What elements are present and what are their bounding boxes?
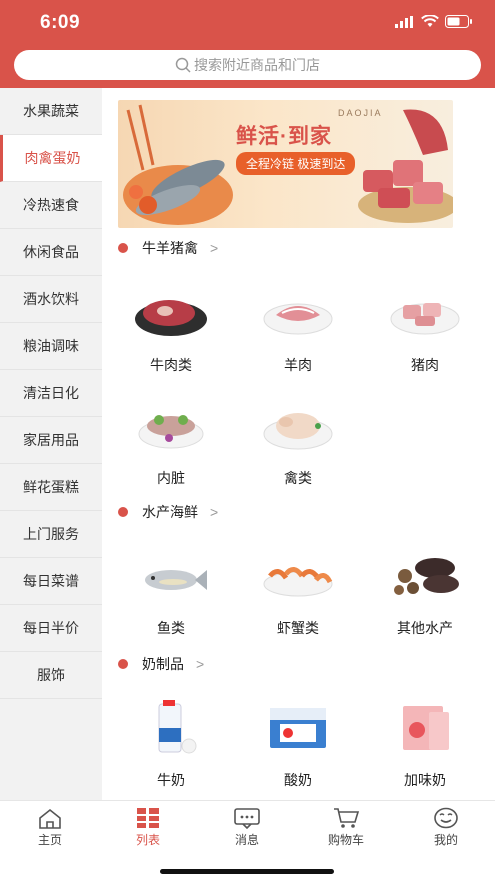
chevron-right-icon: > bbox=[210, 504, 219, 520]
category-item-beef[interactable]: 牛肉类 bbox=[116, 283, 226, 375]
tab-label: 列表 bbox=[135, 833, 160, 847]
tab-label: 主页 bbox=[37, 833, 62, 847]
search-icon bbox=[175, 57, 191, 73]
sidebar-item-flowers-cake[interactable]: 鲜花蛋糕 bbox=[0, 464, 102, 511]
sidebar-item-drinks[interactable]: 酒水饮料 bbox=[0, 276, 102, 323]
chevron-right-icon: > bbox=[210, 240, 219, 256]
category-item-fish[interactable]: 鱼类 bbox=[116, 546, 226, 638]
seafood-illustration bbox=[123, 104, 233, 225]
section-dot bbox=[118, 243, 128, 253]
tab-label: 消息 bbox=[234, 833, 259, 847]
category-item-offal[interactable]: 内脏 bbox=[116, 396, 226, 488]
sidebar-item-meat-egg-dairy[interactable]: 肉禽蛋奶 bbox=[0, 135, 102, 182]
category-item-other-seafood[interactable]: 其他水产 bbox=[370, 546, 480, 638]
fish-image bbox=[131, 546, 211, 606]
banner-title: 鲜活·到家 bbox=[236, 125, 332, 148]
milk-image bbox=[131, 698, 211, 758]
wifi-icon bbox=[421, 15, 439, 27]
category-label: 加味奶 bbox=[404, 772, 446, 788]
tab-home[interactable]: 主页 bbox=[10, 807, 90, 848]
category-item-pork[interactable]: 猪肉 bbox=[370, 283, 480, 375]
shrimp-image bbox=[258, 546, 338, 606]
category-label: 其他水产 bbox=[397, 620, 453, 636]
section-header-seafood[interactable]: 水产海鲜 > bbox=[118, 502, 218, 522]
poultry-image bbox=[258, 396, 338, 456]
tab-messages[interactable]: 消息 bbox=[207, 807, 287, 848]
home-indicator bbox=[160, 869, 334, 874]
tab-cart[interactable]: 购物车 bbox=[306, 807, 386, 848]
status-bar: 6:09 bbox=[0, 10, 495, 38]
category-label: 禽类 bbox=[284, 470, 312, 486]
content-panel: DAOJIA 鲜活·到家 全程冷链 极速到达 牛羊猪禽 > 牛肉类 羊肉 猪肉 … bbox=[102, 88, 495, 800]
tab-label: 我的 bbox=[433, 833, 458, 847]
section-title: 奶制品 bbox=[142, 656, 184, 672]
message-icon bbox=[234, 808, 260, 829]
category-label: 虾蟹类 bbox=[277, 620, 319, 636]
home-icon bbox=[39, 808, 61, 829]
search-bar[interactable]: 搜索附近商品和门店 bbox=[14, 50, 481, 80]
category-item-yogurt[interactable]: 酸奶 bbox=[243, 698, 353, 790]
offal-image bbox=[131, 396, 211, 456]
meat-illustration bbox=[358, 109, 453, 223]
promo-banner[interactable]: DAOJIA 鲜活·到家 全程冷链 极速到达 bbox=[118, 100, 453, 228]
chevron-right-icon: > bbox=[196, 656, 205, 672]
grid-icon bbox=[137, 808, 159, 828]
category-label: 猪肉 bbox=[411, 357, 439, 373]
section-header-meat[interactable]: 牛羊猪禽 > bbox=[118, 238, 218, 258]
sidebar-item-home-service[interactable]: 上门服务 bbox=[0, 511, 102, 558]
header: 6:09 搜索附近商品和门店 bbox=[0, 0, 495, 88]
sidebar-item-snacks[interactable]: 休闲食品 bbox=[0, 229, 102, 276]
battery-icon bbox=[445, 15, 472, 28]
beef-image bbox=[131, 283, 211, 343]
sea-cucumber-image bbox=[385, 546, 465, 606]
category-label: 鱼类 bbox=[157, 620, 185, 636]
section-header-dairy[interactable]: 奶制品 > bbox=[118, 654, 204, 674]
status-time: 6:09 bbox=[40, 12, 81, 33]
flavored-milk-image bbox=[385, 698, 465, 758]
category-label: 羊肉 bbox=[284, 357, 312, 373]
sidebar-item-fast-food[interactable]: 冷热速食 bbox=[0, 182, 102, 229]
search-placeholder: 搜索附近商品和门店 bbox=[194, 57, 320, 73]
section-dot bbox=[118, 659, 128, 669]
category-label: 酸奶 bbox=[284, 772, 312, 788]
category-label: 牛奶 bbox=[157, 772, 185, 788]
status-icons bbox=[395, 15, 473, 28]
tab-profile[interactable]: 我的 bbox=[406, 807, 486, 848]
sidebar-item-daily-recipe[interactable]: 每日菜谱 bbox=[0, 558, 102, 605]
sidebar-item-household[interactable]: 家居用品 bbox=[0, 417, 102, 464]
yogurt-image bbox=[258, 698, 338, 758]
pork-image bbox=[385, 283, 465, 343]
category-item-flavored-milk[interactable]: 加味奶 bbox=[370, 698, 480, 790]
section-title: 水产海鲜 bbox=[142, 504, 198, 520]
cart-icon bbox=[334, 808, 360, 828]
sidebar-item-grain-oil[interactable]: 粮油调味 bbox=[0, 323, 102, 370]
category-item-milk[interactable]: 牛奶 bbox=[116, 698, 226, 790]
sidebar-item-clothing[interactable]: 服饰 bbox=[0, 652, 102, 699]
section-dot bbox=[118, 507, 128, 517]
category-sidebar: 水果蔬菜 肉禽蛋奶 冷热速食 休闲食品 酒水饮料 粮油调味 清洁日化 家居用品 … bbox=[0, 88, 102, 800]
tab-label: 购物车 bbox=[327, 833, 364, 847]
category-item-lamb[interactable]: 羊肉 bbox=[243, 283, 353, 375]
sidebar-item-half-price[interactable]: 每日半价 bbox=[0, 605, 102, 652]
section-title: 牛羊猪禽 bbox=[142, 240, 198, 256]
signal-icon bbox=[395, 15, 413, 28]
category-label: 内脏 bbox=[157, 470, 185, 486]
sidebar-item-cleaning[interactable]: 清洁日化 bbox=[0, 370, 102, 417]
category-label: 牛肉类 bbox=[150, 357, 192, 373]
smile-icon bbox=[434, 807, 458, 829]
category-item-shrimp-crab[interactable]: 虾蟹类 bbox=[243, 546, 353, 638]
category-item-poultry[interactable]: 禽类 bbox=[243, 396, 353, 488]
lamb-image bbox=[258, 283, 338, 343]
sidebar-item-fruit-veg[interactable]: 水果蔬菜 bbox=[0, 88, 102, 135]
tab-list[interactable]: 列表 bbox=[108, 807, 188, 848]
